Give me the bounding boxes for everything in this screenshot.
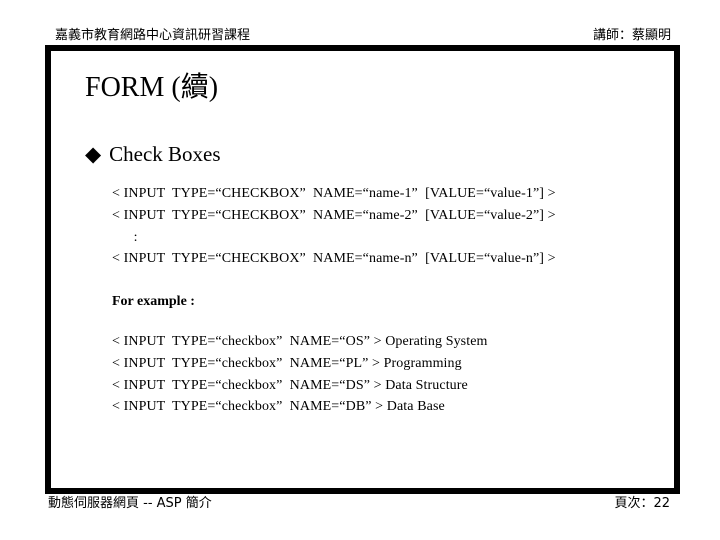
syntax-line: < INPUT TYPE=“CHECKBOX” NAME=“name-1” [V… — [112, 186, 556, 201]
diamond-icon: ◆ — [85, 142, 102, 166]
page-number: 頁次：22 — [614, 496, 670, 511]
syntax-ellipsis: : — [112, 230, 138, 245]
example-line: < INPUT TYPE=“checkbox” NAME=“DB” > Data… — [112, 399, 445, 414]
syntax-line: < INPUT TYPE=“CHECKBOX” NAME=“name-2” [V… — [112, 208, 556, 223]
slide-frame: FORM (續) ◆ Check Boxes < INPUT TYPE=“CHEC… — [45, 45, 680, 494]
slide-title: FORM (續) — [85, 72, 219, 103]
syntax-line: < INPUT TYPE=“CHECKBOX” NAME=“name-n” [V… — [112, 251, 556, 266]
bullet-check-boxes: ◆ Check Boxes — [85, 141, 221, 167]
example-line: < INPUT TYPE=“checkbox” NAME=“PL” > Prog… — [112, 356, 462, 371]
instructor-header: 講師：蔡顯明 — [592, 28, 671, 43]
course-header: 嘉義市教育網路中心資訊研習課程 — [55, 28, 251, 43]
footer-topic: 動態伺服器網頁 -- ASP 簡介 — [48, 496, 212, 511]
example-label: For example : — [112, 294, 195, 309]
example-line: < INPUT TYPE=“checkbox” NAME=“OS” > Oper… — [112, 334, 488, 349]
example-line: < INPUT TYPE=“checkbox” NAME=“DS” > Data… — [112, 378, 468, 393]
bullet-text: Check Boxes — [109, 142, 221, 166]
